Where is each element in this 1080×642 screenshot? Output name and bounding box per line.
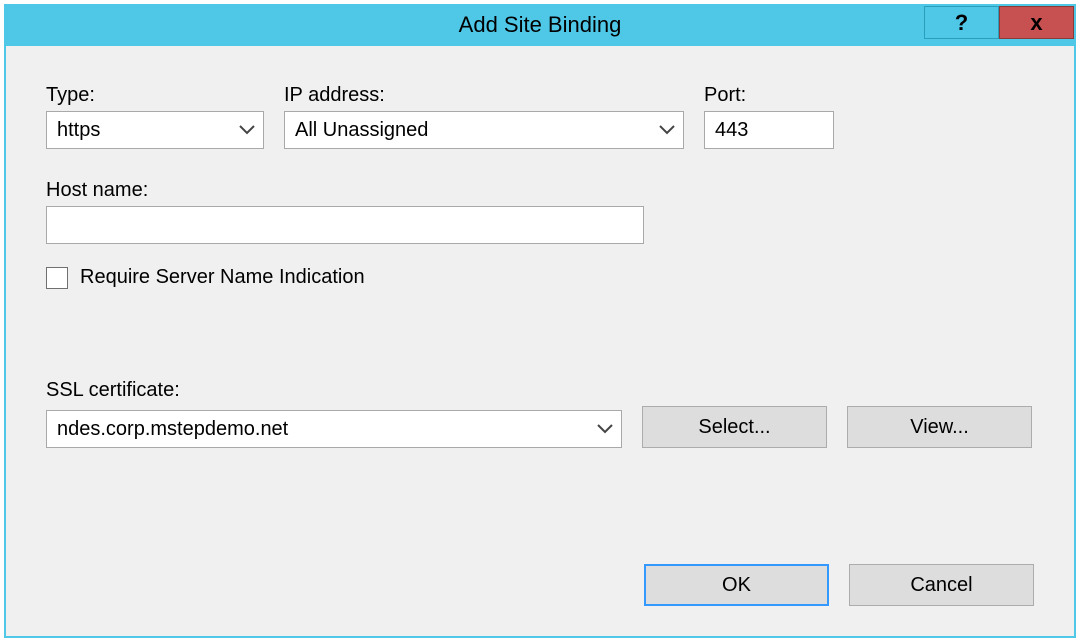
select-button-label: Select... [698, 416, 770, 439]
client-area: Type: https IP address: All Unassigned [6, 46, 1074, 636]
row-hostname: Host name: [46, 179, 1034, 244]
help-button[interactable]: ? [924, 6, 999, 39]
ip-dropdown[interactable]: All Unassigned [284, 111, 684, 149]
ok-button[interactable]: OK [644, 564, 829, 606]
view-button-label: View... [910, 416, 969, 439]
titlebar-buttons: ? x [924, 6, 1074, 46]
ssl-value: ndes.corp.mstepdemo.net [57, 418, 288, 441]
row-sni: Require Server Name Indication [46, 266, 1034, 289]
row-type-ip-port: Type: https IP address: All Unassigned [46, 84, 1034, 149]
chevron-down-icon [597, 424, 613, 434]
chevron-down-icon [239, 125, 255, 135]
ok-button-label: OK [722, 574, 751, 597]
host-input[interactable] [46, 206, 644, 244]
ssl-controls: ndes.corp.mstepdemo.net Select... View..… [46, 406, 1034, 448]
port-field: Port: 443 [704, 84, 834, 149]
add-site-binding-dialog: Add Site Binding ? x Type: https [4, 4, 1076, 638]
window-title: Add Site Binding [6, 12, 1074, 38]
titlebar: Add Site Binding ? x [6, 6, 1074, 46]
view-button[interactable]: View... [847, 406, 1032, 448]
cancel-button[interactable]: Cancel [849, 564, 1034, 606]
close-button[interactable]: x [999, 6, 1074, 39]
cancel-button-label: Cancel [910, 574, 972, 597]
port-input[interactable]: 443 [704, 111, 834, 149]
type-value: https [57, 119, 100, 142]
close-icon: x [1030, 10, 1042, 36]
sni-checkbox[interactable] [46, 267, 68, 289]
footer-buttons: OK Cancel [644, 564, 1034, 606]
help-icon: ? [955, 10, 968, 36]
type-dropdown[interactable]: https [46, 111, 264, 149]
chevron-down-icon [659, 125, 675, 135]
host-label: Host name: [46, 179, 1034, 202]
type-label: Type: [46, 84, 264, 107]
ip-field: IP address: All Unassigned [284, 84, 684, 149]
port-label: Port: [704, 84, 834, 107]
select-button[interactable]: Select... [642, 406, 827, 448]
sni-label: Require Server Name Indication [80, 266, 365, 289]
ip-value: All Unassigned [295, 119, 428, 142]
port-value: 443 [715, 119, 748, 142]
ssl-dropdown[interactable]: ndes.corp.mstepdemo.net [46, 410, 622, 448]
type-field: Type: https [46, 84, 264, 149]
ssl-label: SSL certificate: [46, 379, 1034, 402]
row-ssl: SSL certificate: ndes.corp.mstepdemo.net… [46, 379, 1034, 448]
ip-label: IP address: [284, 84, 684, 107]
